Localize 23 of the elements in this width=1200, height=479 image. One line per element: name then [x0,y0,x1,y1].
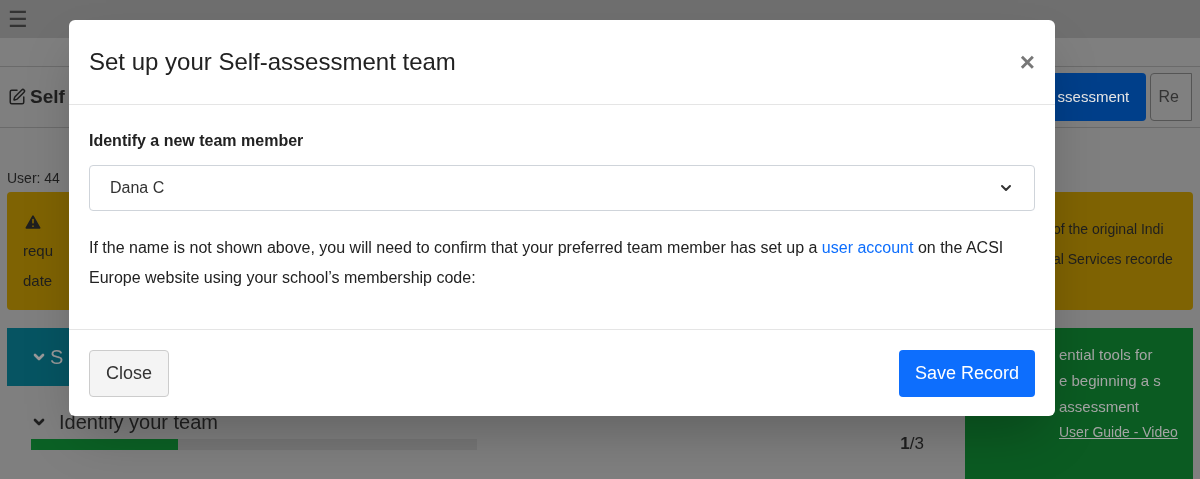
section-bar-label[interactable]: S [50,342,64,372]
alert-text: requ [23,241,54,261]
close-button[interactable]: × [1019,42,1035,82]
close-dialog-button[interactable]: Close [89,349,170,397]
menu-icon[interactable]: ☰ [8,2,28,36]
help-text: If the name is not shown above, you will need to confirm that your preferred team member has set up a user account on the ACSI Europe website using your school’s membership code: [89,238,1005,288]
save-button[interactable]: Save Record [898,349,1035,397]
alert-text: date [23,271,54,291]
warning-icon [23,212,43,232]
edit-icon [8,88,26,106]
step-title: Identify your team [59,410,218,434]
panel-heading: e beginning a s [1059,371,1162,391]
member-select[interactable]: Dana C [89,165,1035,211]
guide-link[interactable]: User Guide - Video [1059,422,1178,443]
step-count: 1/3 [900,434,924,454]
user-label: User: 44 [7,169,60,188]
panel-heading: assessment [1059,397,1141,417]
page-heading: Self [30,84,65,109]
header-tab[interactable]: Re [1149,73,1192,121]
user-account-link[interactable]: user account [821,239,914,256]
field-label: Identify a new team member [89,131,305,151]
panel-heading: ential tools for [1059,345,1154,365]
modal-title: Set up your Self-assessment team [89,47,456,77]
